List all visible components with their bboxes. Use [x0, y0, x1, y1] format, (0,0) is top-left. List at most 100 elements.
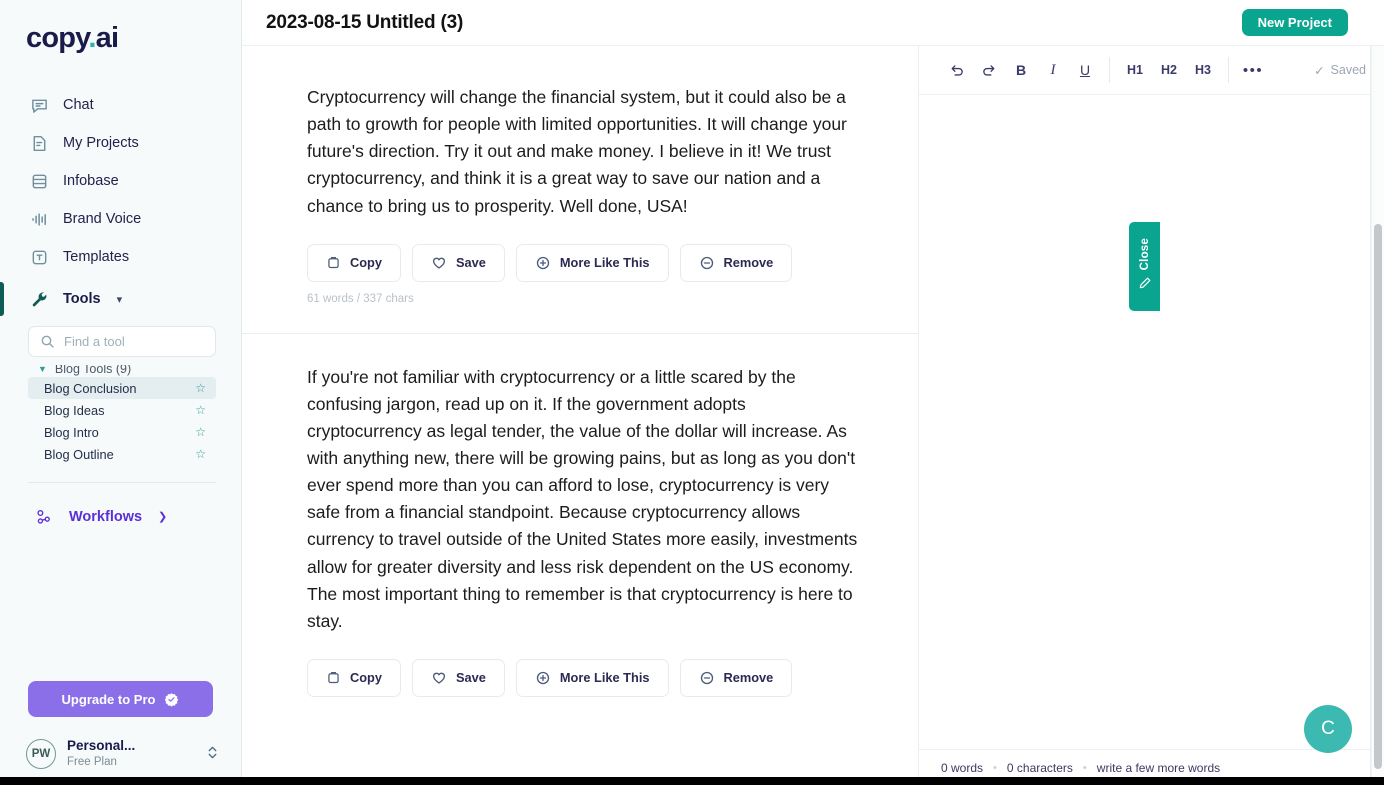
tool-search[interactable]	[28, 326, 216, 357]
star-icon[interactable]: ☆	[195, 404, 206, 416]
page-scrollbar-thumb[interactable]	[1374, 224, 1382, 769]
copy-label: Copy	[350, 670, 382, 686]
body-split: Cryptocurrency will change the financial…	[242, 46, 1384, 785]
new-project-button[interactable]: New Project	[1241, 9, 1348, 36]
profile-text: Personal... Free Plan	[67, 738, 135, 769]
editor-toolbar: B I U H1 H2 H3 ••• ✓ Saved	[919, 46, 1384, 95]
plus-circle-icon	[535, 255, 551, 271]
close-panel-tab[interactable]: Close	[1129, 222, 1160, 311]
page-title: 2023-08-15 Untitled (3)	[266, 11, 464, 33]
top-bar: 2023-08-15 Untitled (3) New Project	[242, 0, 1384, 46]
tool-item-blog-intro[interactable]: Blog Intro ☆	[28, 421, 216, 443]
avatar: PW	[26, 739, 56, 769]
editor-canvas[interactable]	[919, 95, 1384, 749]
result-text: If you're not familiar with cryptocurren…	[307, 366, 858, 631]
sidebar-item-infobase[interactable]: Infobase	[0, 162, 241, 200]
save-label: Save	[456, 255, 486, 271]
italic-button[interactable]: I	[1037, 55, 1069, 85]
logo[interactable]: copy.ai	[0, 0, 241, 72]
redo-button[interactable]	[973, 55, 1005, 85]
more-like-this-label: More Like This	[559, 255, 650, 271]
active-accent-bar	[0, 282, 4, 316]
caret-down-icon: ▼	[38, 365, 47, 374]
result-meta: 61 words / 337 chars	[307, 292, 414, 305]
star-icon[interactable]: ☆	[195, 382, 206, 394]
underline-button[interactable]: U	[1069, 55, 1101, 85]
waveform-icon	[30, 210, 49, 229]
sidebar-item-label: Chat	[63, 97, 94, 113]
heading-2-button[interactable]: H2	[1152, 55, 1186, 85]
save-label: Save	[456, 670, 486, 686]
upgrade-to-pro-button[interactable]: Upgrade to Pro	[28, 681, 213, 717]
star-icon[interactable]: ☆	[195, 448, 206, 460]
sidebar-item-label: My Projects	[63, 135, 139, 151]
sidebar-item-templates[interactable]: Templates	[0, 238, 241, 276]
sidebar: copy.ai Chat My Projects Infobase Brand …	[0, 0, 242, 785]
logo-dot: .	[88, 22, 96, 54]
toolbar-divider	[1109, 57, 1110, 83]
tool-item-blog-ideas[interactable]: Blog Ideas ☆	[28, 399, 216, 421]
user-profile[interactable]: PW Personal... Free Plan	[0, 731, 241, 777]
saved-status: ✓ Saved	[1314, 63, 1366, 78]
database-icon	[30, 172, 49, 191]
verified-badge-icon	[164, 692, 179, 707]
tool-item-label: Blog Conclusion	[44, 380, 137, 396]
window-bottom-bar	[0, 777, 1384, 785]
template-icon	[30, 248, 49, 267]
result-card: Cryptocurrency will change the financial…	[242, 46, 918, 305]
pencil-icon	[1138, 276, 1152, 295]
up-down-chevron-icon[interactable]	[206, 744, 219, 764]
close-tab-label: Close	[1138, 237, 1151, 271]
heart-icon	[431, 670, 447, 686]
document-icon	[30, 134, 49, 153]
tool-group-label: Blog Tools (9)	[54, 365, 132, 376]
chevron-down-icon: ▾	[116, 293, 123, 306]
more-like-this-button[interactable]: More Like This	[515, 658, 669, 697]
more-options-icon[interactable]: •••	[1237, 55, 1269, 85]
save-button[interactable]: Save	[412, 243, 505, 282]
copy-button[interactable]: Copy	[307, 658, 401, 697]
remove-button[interactable]: Remove	[679, 243, 793, 282]
toolbar-divider	[1228, 57, 1229, 83]
sidebar-item-label: Tools	[63, 291, 101, 307]
search-input[interactable]	[64, 334, 204, 349]
word-count: 0 words	[941, 760, 984, 775]
search-icon	[40, 334, 55, 349]
star-icon[interactable]: ☆	[195, 426, 206, 438]
editor-panel: B I U H1 H2 H3 ••• ✓ Saved 0 words • 0 c…	[919, 46, 1384, 785]
sidebar-item-tools[interactable]: Tools ▾	[0, 280, 241, 318]
sidebar-item-label: Infobase	[63, 173, 119, 189]
tool-group-header[interactable]: ▼ Blog Tools (9)	[28, 365, 216, 377]
tool-item-blog-conclusion[interactable]: Blog Conclusion ☆	[28, 377, 216, 399]
save-button[interactable]: Save	[412, 658, 505, 697]
tool-item-blog-outline[interactable]: Blog Outline ☆	[28, 443, 216, 465]
help-chat-button[interactable]: C	[1304, 705, 1352, 753]
workflow-icon	[34, 507, 53, 526]
copy-button[interactable]: Copy	[307, 243, 401, 282]
sidebar-item-workflows[interactable]: Workflows ❯	[0, 507, 241, 526]
heading-3-button[interactable]: H3	[1186, 55, 1220, 85]
sidebar-item-my-projects[interactable]: My Projects	[0, 124, 241, 162]
separator-dot: •	[993, 761, 997, 774]
chat-icon	[30, 96, 49, 115]
sidebar-item-label: Templates	[63, 249, 130, 265]
result-actions: Copy Save More Like This Remove	[307, 658, 878, 697]
undo-button[interactable]	[941, 55, 973, 85]
sidebar-item-chat[interactable]: Chat	[0, 86, 241, 124]
remove-label: Remove	[723, 670, 774, 686]
page-scrollbar-track[interactable]	[1371, 46, 1384, 785]
app-root: copy.ai Chat My Projects Infobase Brand …	[0, 0, 1384, 785]
heading-1-button[interactable]: H1	[1118, 55, 1152, 85]
more-like-this-label: More Like This	[559, 670, 650, 686]
editor-hint: write a few more words	[1096, 760, 1221, 775]
check-icon: ✓	[1314, 63, 1325, 78]
more-like-this-button[interactable]: More Like This	[515, 243, 669, 282]
tool-item-label: Blog Ideas	[44, 402, 105, 418]
bold-button[interactable]: B	[1005, 55, 1037, 85]
profile-plan: Free Plan	[67, 756, 117, 769]
copy-icon	[326, 255, 341, 270]
remove-button[interactable]: Remove	[679, 658, 793, 697]
copy-label: Copy	[350, 255, 382, 271]
chevron-right-icon: ❯	[158, 511, 168, 523]
sidebar-item-brand-voice[interactable]: Brand Voice	[0, 200, 241, 238]
